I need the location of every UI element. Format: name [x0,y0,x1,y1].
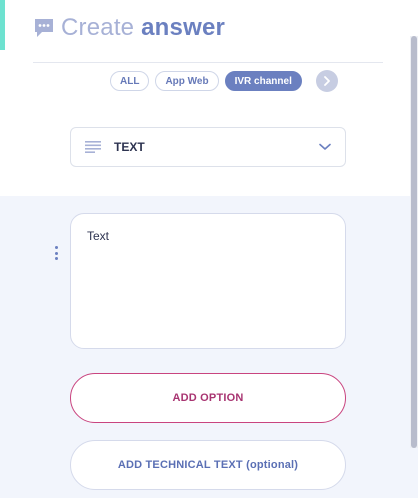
tab-all[interactable]: ALL [110,71,150,91]
scrollbar-thumb[interactable] [411,36,417,448]
tab-ivr-channel[interactable]: IVR channel [224,71,302,91]
tabs-next-button[interactable] [315,70,338,92]
page-title: Create answer [61,14,225,42]
title-light: Create [61,14,135,41]
answer-text: Text [87,229,110,243]
title-bold: answer [141,14,226,41]
header-divider [33,62,383,63]
answer-text-area[interactable]: Text [70,213,346,349]
vertical-dots-icon[interactable] [54,246,58,260]
scrollbar[interactable] [410,36,418,448]
channel-tabs: ALL App Web IVR channel [110,70,338,92]
select-value: TEXT [114,140,145,154]
chat-bubble-icon [35,19,53,37]
chevron-down-icon [319,143,331,150]
add-technical-text-button[interactable]: ADD TECHNICAL TEXT (optional) [70,440,346,490]
answer-type-select[interactable]: TEXT [70,127,346,167]
chevron-right-icon [323,76,330,86]
text-lines-icon [85,141,101,153]
accent-bar [0,0,5,50]
page-header: Create answer [33,14,225,42]
add-option-button[interactable]: ADD OPTION [70,373,346,423]
top-panel: Create answer ALL App Web IVR channel TE… [0,0,418,196]
tab-app-web[interactable]: App Web [155,71,219,91]
